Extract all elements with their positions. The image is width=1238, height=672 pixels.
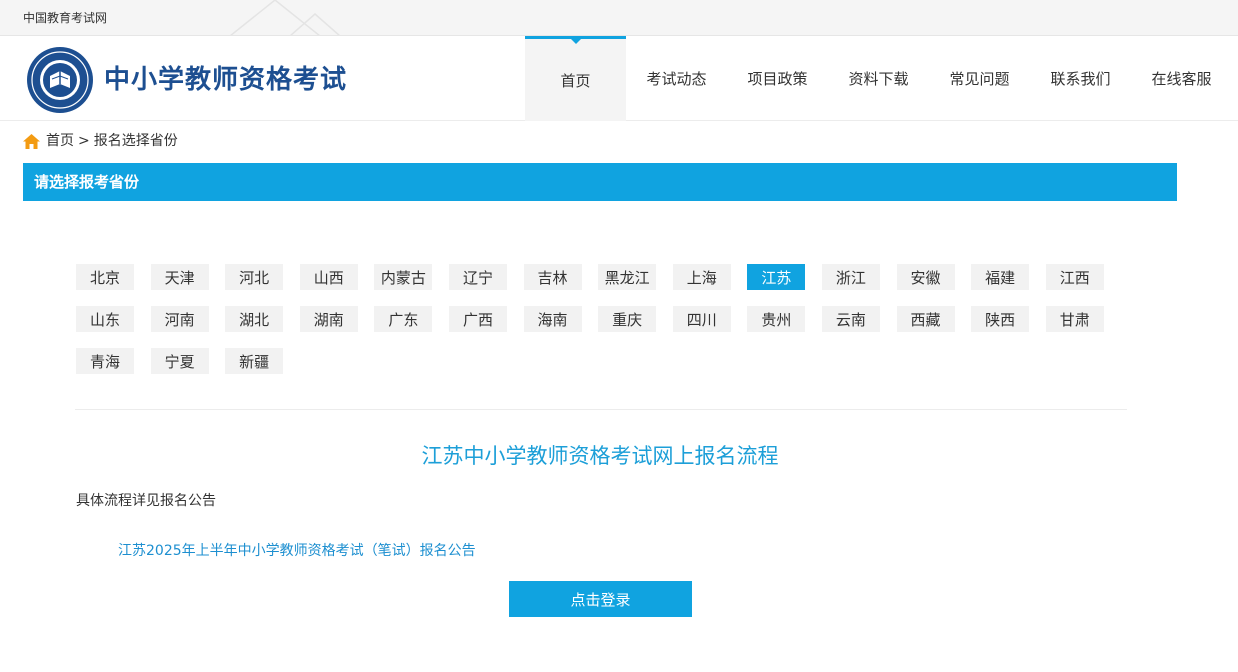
site-header: 中小学教师资格考试 首页 考试动态 项目政策 资料下载 常见问题 联系我们 在线… [0, 36, 1238, 121]
province-zhejiang[interactable]: 浙江 [821, 264, 880, 290]
province-tibet[interactable]: 西藏 [896, 306, 955, 332]
province-guangdong[interactable]: 广东 [374, 306, 433, 332]
province-sichuan[interactable]: 四川 [672, 306, 731, 332]
breadcrumb-separator: > [78, 133, 90, 149]
main-nav: 首页 考试动态 项目政策 资料下载 常见问题 联系我们 在线客服 [525, 36, 1232, 121]
province-henan[interactable]: 河南 [150, 306, 209, 332]
breadcrumb-current: 报名选择省份 [93, 133, 178, 149]
province-gansu[interactable]: 甘肃 [1045, 306, 1104, 332]
province-heilongjiang[interactable]: 黑龙江 [598, 264, 657, 290]
nav-contact[interactable]: 联系我们 [1030, 36, 1131, 121]
province-shanxi[interactable]: 山西 [299, 264, 358, 290]
decorative-mountain-graphic [230, 0, 340, 35]
province-liaoning[interactable]: 辽宁 [448, 264, 507, 290]
flow-detail-text: 具体流程详见报名公告 [76, 493, 216, 509]
divider [75, 409, 1127, 410]
nav-exam-news[interactable]: 考试动态 [626, 36, 727, 121]
province-jilin[interactable]: 吉林 [523, 264, 582, 290]
province-anhui[interactable]: 安徽 [896, 264, 955, 290]
nav-home[interactable]: 首页 [525, 36, 626, 121]
breadcrumb-home[interactable]: 首页 [46, 131, 74, 151]
province-guizhou[interactable]: 贵州 [747, 306, 806, 332]
province-hebei[interactable]: 河北 [225, 264, 284, 290]
province-hubei[interactable]: 湖北 [225, 306, 284, 332]
province-fujian[interactable]: 福建 [971, 264, 1030, 290]
province-beijing[interactable]: 北京 [76, 264, 134, 290]
registration-flow-title: 江苏中小学教师资格考试网上报名流程 [421, 444, 779, 468]
province-inner-mongolia[interactable]: 内蒙古 [374, 264, 433, 290]
neea-home-link[interactable]: 中国教育考试网 [23, 10, 107, 26]
province-guangxi[interactable]: 广西 [448, 306, 507, 332]
nav-faq[interactable]: 常见问题 [929, 36, 1030, 121]
province-shaanxi[interactable]: 陕西 [971, 306, 1030, 332]
nav-project-policy[interactable]: 项目政策 [727, 36, 828, 121]
province-yunnan[interactable]: 云南 [821, 306, 880, 332]
province-tianjin[interactable]: 天津 [150, 264, 209, 290]
nav-online-support[interactable]: 在线客服 [1131, 36, 1232, 121]
province-hunan[interactable]: 湖南 [299, 306, 358, 332]
province-hainan[interactable]: 海南 [523, 306, 582, 332]
province-chongqing[interactable]: 重庆 [598, 306, 657, 332]
home-icon [23, 133, 40, 149]
province-row: 北京 天津 河北 山西 内蒙古 辽宁 吉林 黑龙江 上海 江苏 浙江 安徽 福建… [76, 264, 1136, 290]
province-list: 北京 天津 河北 山西 内蒙古 辽宁 吉林 黑龙江 上海 江苏 浙江 安徽 福建… [76, 264, 1136, 390]
province-shanghai[interactable]: 上海 [672, 264, 731, 290]
login-button[interactable]: 点击登录 [509, 581, 692, 617]
province-xinjiang[interactable]: 新疆 [225, 348, 284, 374]
site-title: 中小学教师资格考试 [104, 65, 348, 95]
province-jiangxi[interactable]: 江西 [1045, 264, 1104, 290]
province-jiangsu[interactable]: 江苏 [747, 264, 806, 290]
section-header: 请选择报考省份 [23, 163, 1177, 201]
top-bar: 中国教育考试网 [0, 0, 1238, 36]
province-shandong[interactable]: 山东 [76, 306, 134, 332]
province-row: 青海 宁夏 新疆 [76, 348, 1136, 374]
province-row: 山东 河南 湖北 湖南 广东 广西 海南 重庆 四川 贵州 云南 西藏 陕西 甘… [76, 306, 1136, 332]
nav-downloads[interactable]: 资料下载 [828, 36, 929, 121]
registration-notice-link[interactable]: 江苏2025年上半年中小学教师资格考试（笔试）报名公告 [118, 541, 476, 561]
province-ningxia[interactable]: 宁夏 [150, 348, 209, 374]
breadcrumb: 首页 > 报名选择省份 [23, 131, 178, 151]
province-qinghai[interactable]: 青海 [76, 348, 134, 374]
exam-logo-icon[interactable] [26, 46, 94, 114]
